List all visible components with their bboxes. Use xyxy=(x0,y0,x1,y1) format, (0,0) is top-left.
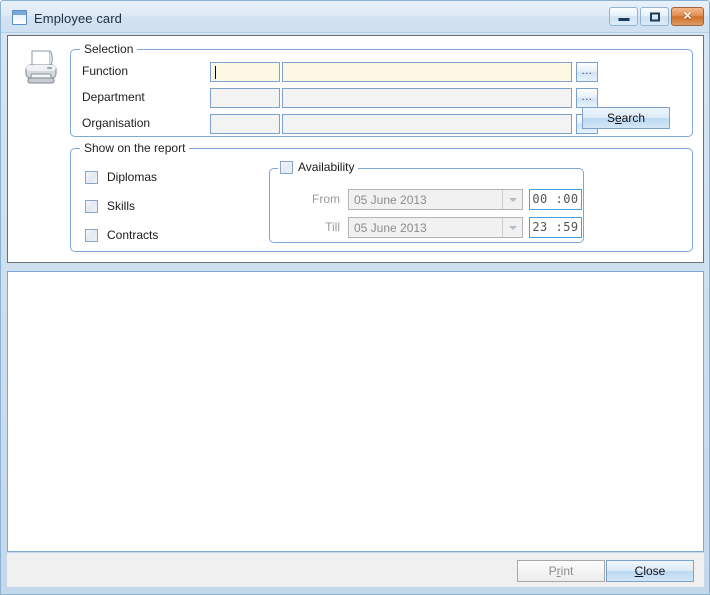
from-date-chevron-down-icon[interactable] xyxy=(502,190,522,209)
contracts-checkbox[interactable] xyxy=(85,229,98,242)
function-row: Function ... xyxy=(82,62,682,82)
skills-checkbox[interactable] xyxy=(85,200,98,213)
selection-legend: Selection xyxy=(80,42,137,56)
skills-label: Skills xyxy=(107,199,135,213)
dialog-footer: Print Close xyxy=(7,553,704,587)
function-browse-button[interactable]: ... xyxy=(576,62,598,82)
department-browse-button[interactable]: ... xyxy=(576,88,598,108)
till-time-input[interactable]: 23 :59 xyxy=(529,217,582,238)
printer-icon xyxy=(19,47,63,91)
employee-card-window: Employee card ✕ xyxy=(0,0,710,595)
department-name-input[interactable] xyxy=(282,88,572,108)
minimize-button[interactable] xyxy=(609,7,638,26)
search-button[interactable]: Search xyxy=(582,107,670,129)
text-caret xyxy=(215,66,216,79)
close-button-post: lose xyxy=(643,564,665,578)
search-button-post: arch xyxy=(622,111,645,125)
print-button-post: int xyxy=(561,564,574,578)
organisation-name-input[interactable] xyxy=(282,114,572,134)
availability-from-row: From 05 June 2013 00 :00 xyxy=(270,189,585,210)
till-date-picker[interactable]: 05 June 2013 xyxy=(348,217,523,238)
diplomas-label: Diplomas xyxy=(107,170,157,184)
close-button-titlebar[interactable]: ✕ xyxy=(671,7,704,26)
function-label: Function xyxy=(82,64,128,78)
contracts-label: Contracts xyxy=(107,228,158,242)
maximize-icon xyxy=(650,12,660,21)
checkbox-row-contracts[interactable]: Contracts xyxy=(85,227,158,243)
options-panel: Selection Function ... Department ... xyxy=(7,35,704,263)
print-button-pre: P xyxy=(549,564,557,578)
department-row: Department ... xyxy=(82,88,682,108)
window-document-icon xyxy=(12,10,27,25)
till-date-value: 05 June 2013 xyxy=(354,221,427,235)
search-button-pre: S xyxy=(607,111,615,125)
window-title: Employee card xyxy=(34,11,122,26)
availability-till-row: Till 05 June 2013 23 :59 xyxy=(270,217,585,238)
close-button[interactable]: Close xyxy=(606,560,694,582)
from-date-picker[interactable]: 05 June 2013 xyxy=(348,189,523,210)
availability-label: Availability xyxy=(298,160,354,174)
print-button[interactable]: Print xyxy=(517,560,605,582)
minimize-icon xyxy=(618,18,629,21)
organisation-code-input[interactable] xyxy=(210,114,280,134)
diplomas-checkbox[interactable] xyxy=(85,171,98,184)
report-preview-area xyxy=(7,271,704,552)
title-bar[interactable]: Employee card ✕ xyxy=(1,1,709,33)
checkbox-row-diplomas[interactable]: Diplomas xyxy=(85,169,157,185)
selection-group: Selection Function ... Department ... xyxy=(70,49,693,137)
till-label: Till xyxy=(280,220,340,234)
organisation-label: Organisation xyxy=(82,116,150,130)
availability-group: Availability From 05 June 2013 00 :00 Ti… xyxy=(269,168,584,243)
department-code-input[interactable] xyxy=(210,88,280,108)
search-button-accelerator: e xyxy=(615,111,622,125)
from-label: From xyxy=(280,192,340,206)
till-date-chevron-down-icon[interactable] xyxy=(502,218,522,237)
availability-checkbox[interactable] xyxy=(280,161,293,174)
show-on-report-group: Show on the report Diplomas Skills Contr… xyxy=(70,148,693,252)
function-code-input[interactable] xyxy=(210,62,280,82)
client-area: Selection Function ... Department ... xyxy=(7,35,704,587)
checkbox-row-skills[interactable]: Skills xyxy=(85,198,135,214)
maximize-button[interactable] xyxy=(640,7,669,26)
department-label: Department xyxy=(82,90,145,104)
window-controls: ✕ xyxy=(609,7,704,26)
from-time-input[interactable]: 00 :00 xyxy=(529,189,582,210)
show-on-report-legend: Show on the report xyxy=(80,141,189,155)
from-date-value: 05 June 2013 xyxy=(354,193,427,207)
function-name-input[interactable] xyxy=(282,62,572,82)
close-x-icon: ✕ xyxy=(683,11,692,22)
availability-header[interactable]: Availability xyxy=(278,160,358,174)
